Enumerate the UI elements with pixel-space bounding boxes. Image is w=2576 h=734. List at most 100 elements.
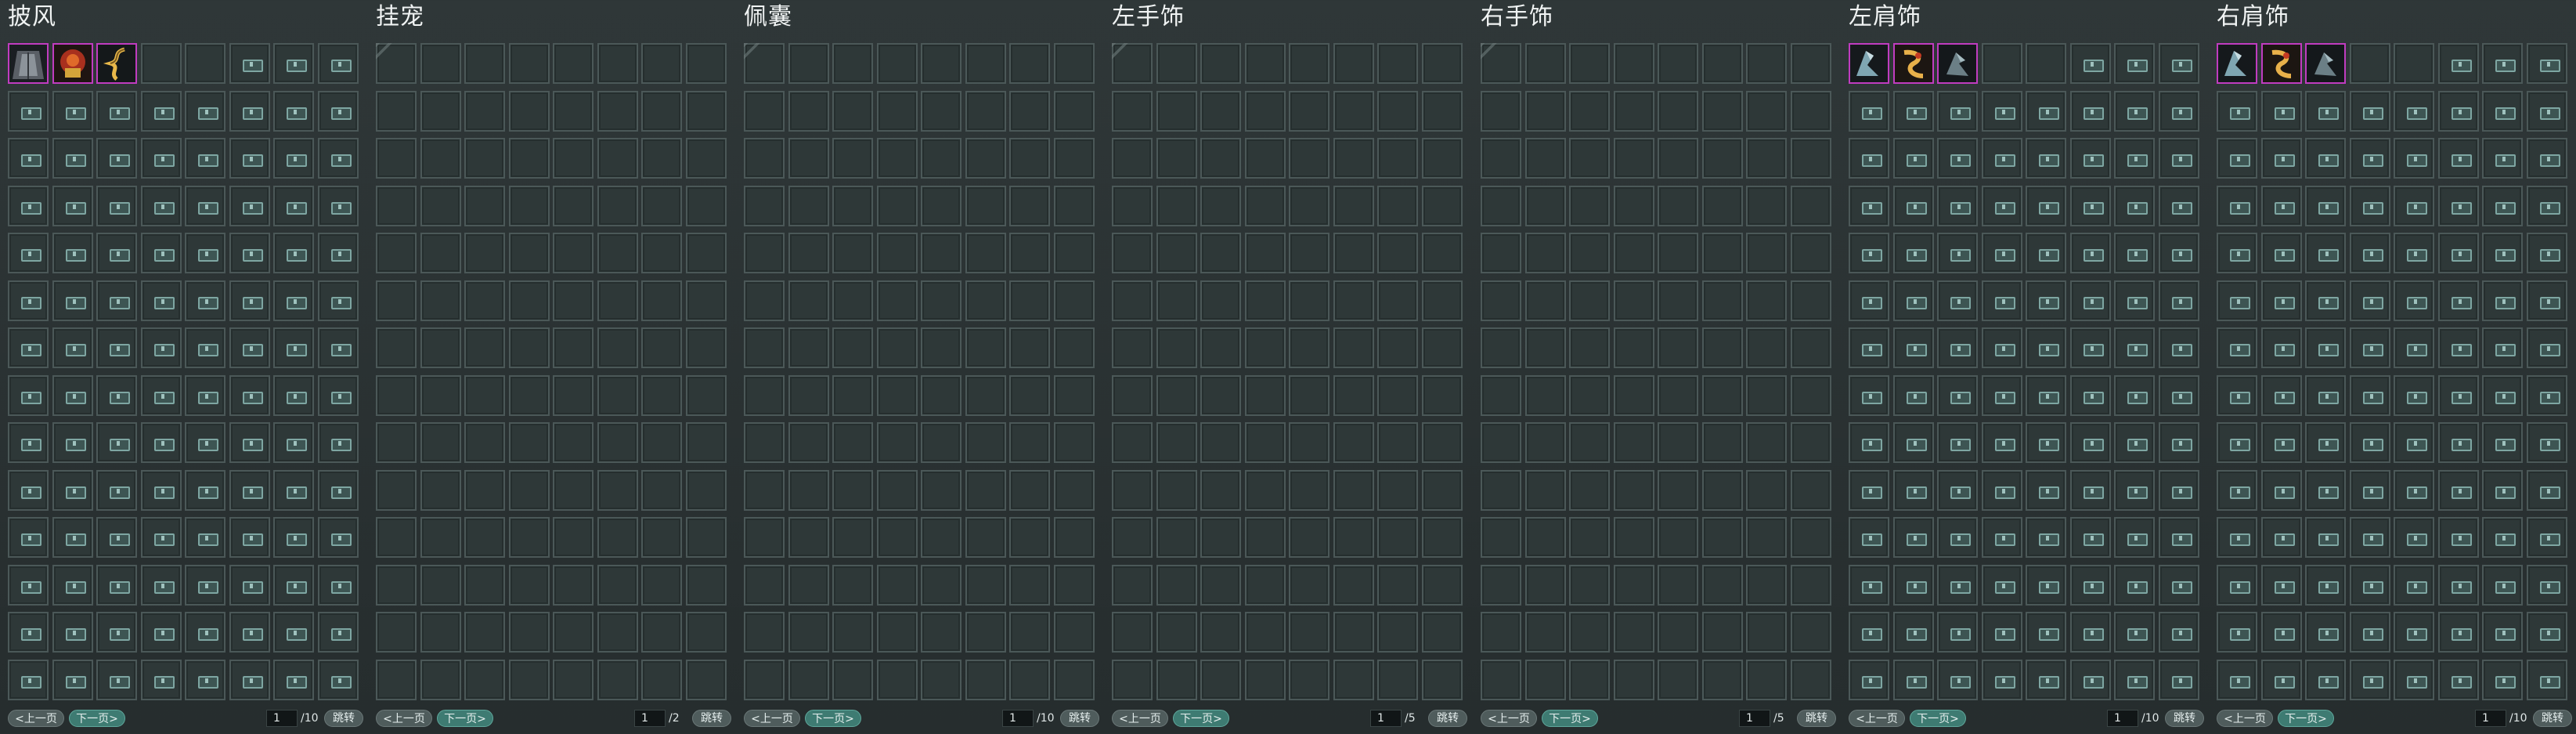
locked-slot[interactable] — [2026, 659, 2066, 700]
empty-slot[interactable] — [1112, 43, 1153, 84]
empty-slot[interactable] — [685, 659, 727, 700]
page-number-input[interactable]: 1 — [1002, 710, 1034, 727]
prev-page-button[interactable]: <上一页 — [1849, 710, 1905, 727]
locked-slot[interactable] — [1849, 90, 1889, 132]
empty-slot[interactable] — [420, 233, 461, 273]
empty-slot[interactable] — [1746, 327, 1787, 368]
empty-slot[interactable] — [1200, 374, 1241, 416]
locked-slot[interactable] — [185, 469, 225, 511]
empty-slot[interactable] — [832, 422, 873, 463]
locked-slot[interactable] — [1849, 612, 1889, 653]
empty-slot[interactable] — [832, 564, 873, 606]
empty-slot[interactable] — [1524, 90, 1566, 132]
locked-slot[interactable] — [273, 659, 314, 700]
empty-slot[interactable] — [1613, 469, 1654, 511]
empty-slot[interactable] — [832, 90, 873, 132]
locked-slot[interactable] — [8, 659, 49, 700]
empty-slot[interactable] — [965, 517, 1006, 558]
locked-slot[interactable] — [52, 659, 93, 700]
locked-slot[interactable] — [2217, 469, 2257, 511]
empty-slot[interactable] — [641, 327, 682, 368]
locked-slot[interactable] — [8, 233, 49, 273]
locked-slot[interactable] — [273, 374, 314, 416]
empty-slot[interactable] — [1658, 469, 1698, 511]
empty-slot[interactable] — [1524, 327, 1566, 368]
locked-slot[interactable] — [229, 517, 270, 558]
locked-slot[interactable] — [2437, 374, 2479, 416]
empty-slot[interactable] — [420, 43, 461, 84]
locked-slot[interactable] — [2114, 517, 2155, 558]
locked-slot[interactable] — [229, 43, 270, 84]
empty-slot[interactable] — [1569, 564, 1610, 606]
locked-slot[interactable] — [2114, 90, 2155, 132]
locked-slot[interactable] — [2394, 43, 2434, 84]
empty-slot[interactable] — [965, 233, 1006, 273]
empty-slot[interactable] — [1289, 327, 1329, 368]
empty-slot[interactable] — [876, 659, 918, 700]
empty-slot[interactable] — [1009, 612, 1050, 653]
locked-slot[interactable] — [2069, 564, 2111, 606]
prev-page-button[interactable]: <上一页 — [376, 710, 432, 727]
jump-button[interactable]: 跳转 — [1797, 710, 1836, 727]
locked-slot[interactable] — [140, 185, 182, 226]
locked-slot[interactable] — [2158, 659, 2199, 700]
locked-slot[interactable] — [2349, 280, 2390, 321]
locked-slot[interactable] — [2394, 422, 2434, 463]
locked-slot[interactable] — [96, 564, 137, 606]
empty-slot[interactable] — [685, 374, 727, 416]
empty-slot[interactable] — [1112, 422, 1153, 463]
empty-slot[interactable] — [1421, 185, 1463, 226]
locked-slot[interactable] — [1981, 233, 2022, 273]
locked-slot[interactable] — [8, 327, 49, 368]
locked-slot[interactable] — [2260, 564, 2302, 606]
locked-slot[interactable] — [229, 233, 270, 273]
empty-slot[interactable] — [1701, 422, 1743, 463]
empty-slot[interactable] — [641, 564, 682, 606]
locked-slot[interactable] — [2158, 374, 2199, 416]
locked-slot[interactable] — [8, 469, 49, 511]
empty-slot[interactable] — [1613, 90, 1654, 132]
empty-slot[interactable] — [788, 43, 829, 84]
locked-slot[interactable] — [2260, 280, 2302, 321]
empty-slot[interactable] — [508, 185, 550, 226]
locked-slot[interactable] — [2437, 138, 2479, 179]
locked-slot[interactable] — [140, 612, 182, 653]
empty-slot[interactable] — [1377, 659, 1418, 700]
locked-slot[interactable] — [317, 612, 359, 653]
empty-slot[interactable] — [597, 659, 638, 700]
empty-slot[interactable] — [965, 374, 1006, 416]
locked-slot[interactable] — [1849, 659, 1889, 700]
empty-slot[interactable] — [1701, 43, 1743, 84]
empty-slot[interactable] — [1613, 564, 1654, 606]
locked-slot[interactable] — [96, 517, 137, 558]
locked-slot[interactable] — [185, 280, 225, 321]
empty-slot[interactable] — [921, 612, 961, 653]
empty-slot[interactable] — [1112, 327, 1153, 368]
empty-slot[interactable] — [1569, 90, 1610, 132]
locked-slot[interactable] — [2349, 612, 2390, 653]
locked-slot[interactable] — [185, 517, 225, 558]
empty-slot[interactable] — [1053, 43, 1095, 84]
locked-slot[interactable] — [2217, 659, 2257, 700]
empty-slot[interactable] — [597, 43, 638, 84]
empty-slot[interactable] — [1421, 517, 1463, 558]
empty-slot[interactable] — [1421, 90, 1463, 132]
locked-slot[interactable] — [1981, 43, 2022, 84]
locked-slot[interactable] — [1892, 564, 1934, 606]
empty-slot[interactable] — [641, 43, 682, 84]
empty-slot[interactable] — [1009, 90, 1050, 132]
empty-slot[interactable] — [876, 374, 918, 416]
locked-slot[interactable] — [140, 90, 182, 132]
locked-slot[interactable] — [96, 280, 137, 321]
shoulder-blue-item-icon[interactable] — [2217, 43, 2257, 84]
locked-slot[interactable] — [2158, 564, 2199, 606]
empty-slot[interactable] — [1658, 422, 1698, 463]
empty-slot[interactable] — [553, 185, 593, 226]
empty-slot[interactable] — [553, 327, 593, 368]
locked-slot[interactable] — [96, 185, 137, 226]
empty-slot[interactable] — [508, 43, 550, 84]
empty-slot[interactable] — [921, 374, 961, 416]
next-page-button[interactable]: 下一页> — [1542, 710, 1598, 727]
empty-slot[interactable] — [1524, 233, 1566, 273]
empty-slot[interactable] — [1053, 185, 1095, 226]
